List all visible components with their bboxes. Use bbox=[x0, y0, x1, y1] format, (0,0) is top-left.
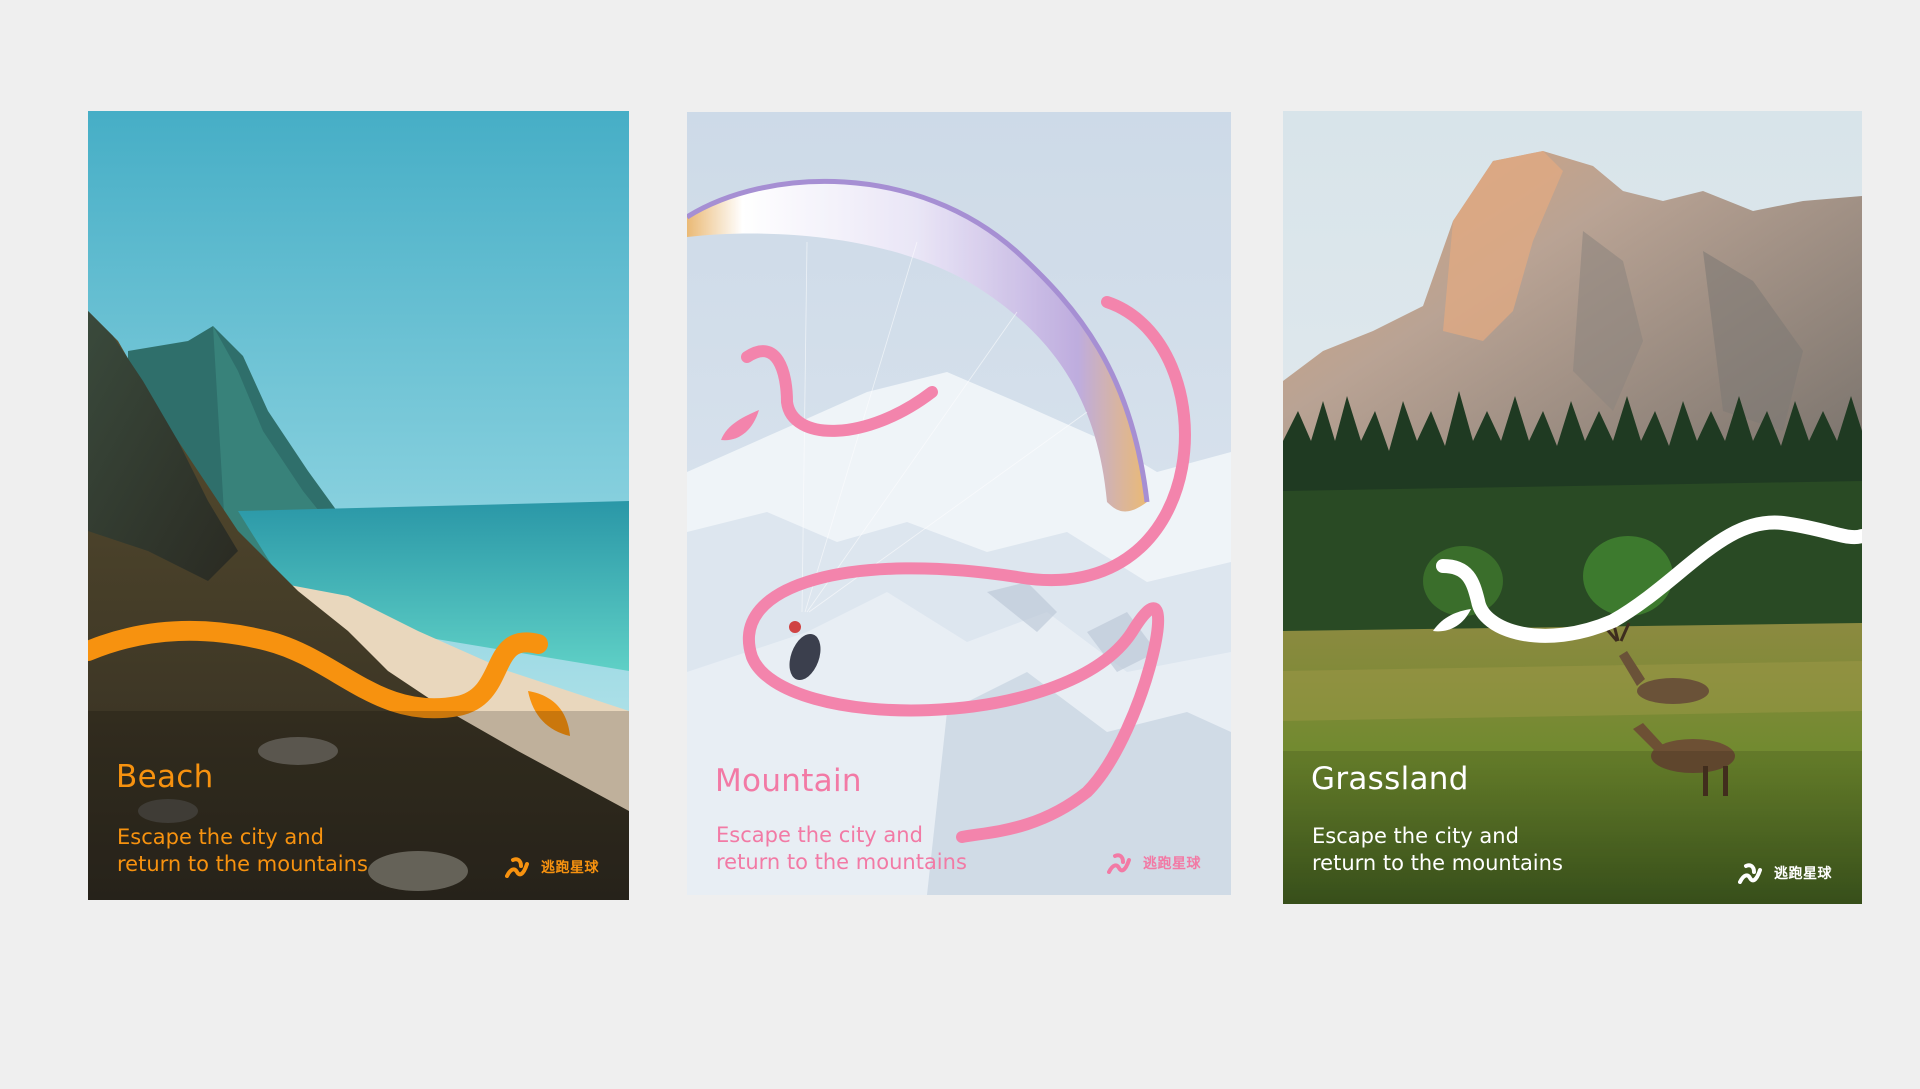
tagline-line-2: return to the mountains bbox=[117, 852, 368, 876]
escape-planet-logo-icon bbox=[1107, 853, 1131, 874]
poster-tagline: Escape the city and return to the mounta… bbox=[716, 822, 967, 876]
tagline-line-2: return to the mountains bbox=[1312, 851, 1563, 875]
poster-title: Beach bbox=[116, 759, 214, 795]
brand-name: 逃跑星球 bbox=[1774, 866, 1832, 882]
brand-mark: 逃跑星球 bbox=[505, 854, 599, 880]
tagline-line-1: Escape the city and bbox=[1312, 824, 1519, 848]
poster-title: Grassland bbox=[1311, 761, 1469, 797]
escape-planet-logo-icon bbox=[1738, 863, 1762, 884]
poster-mountain: Mountain Escape the city and return to t… bbox=[687, 112, 1231, 895]
brand-mark: 逃跑星球 bbox=[1738, 860, 1832, 886]
poster-title: Mountain bbox=[715, 763, 862, 799]
brand-mark: 逃跑星球 bbox=[1107, 850, 1201, 876]
tagline-line-2: return to the mountains bbox=[716, 850, 967, 874]
poster-tagline: Escape the city and return to the mounta… bbox=[1312, 823, 1563, 877]
tagline-line-1: Escape the city and bbox=[117, 825, 324, 849]
poster-tagline: Escape the city and return to the mounta… bbox=[117, 824, 368, 878]
brand-name: 逃跑星球 bbox=[1143, 856, 1201, 872]
escape-planet-logo-icon bbox=[505, 857, 529, 878]
brand-name: 逃跑星球 bbox=[541, 860, 599, 876]
poster-beach: Beach Escape the city and return to the … bbox=[88, 111, 629, 900]
tagline-line-1: Escape the city and bbox=[716, 823, 923, 847]
poster-grassland: Grassland Escape the city and return to … bbox=[1283, 111, 1862, 904]
